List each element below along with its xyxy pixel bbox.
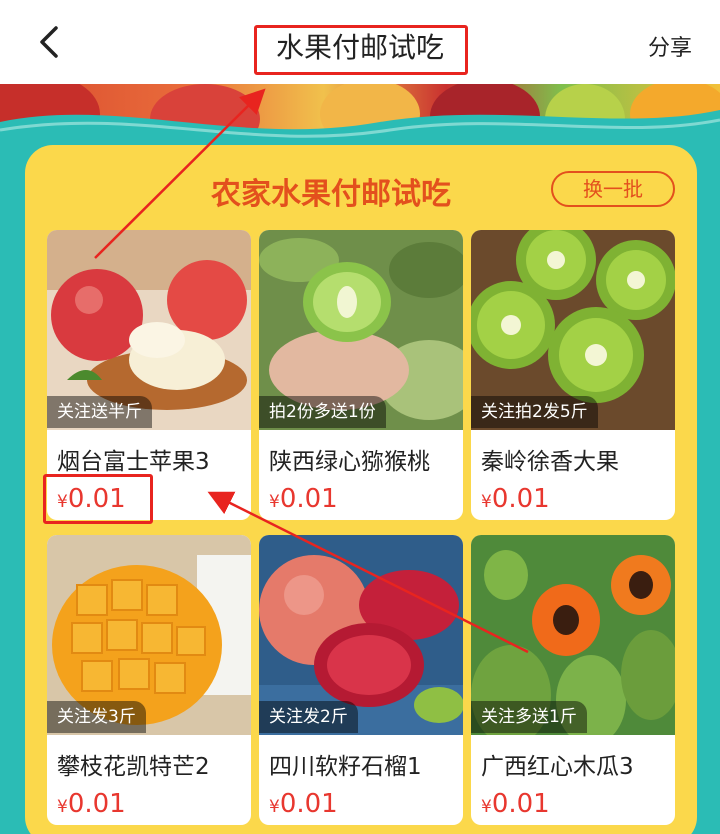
annotation-arrows [94, 88, 529, 654]
